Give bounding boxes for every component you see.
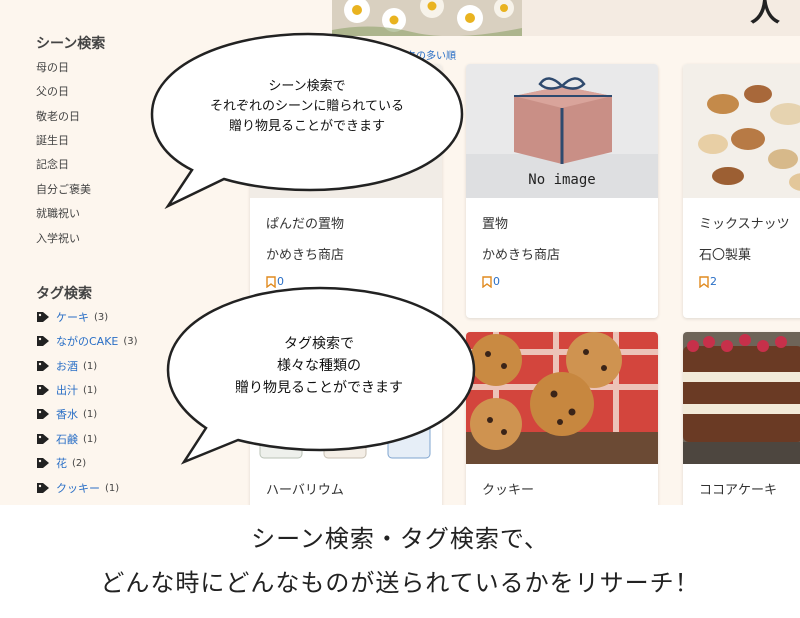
shop-name: かめきち商店: [482, 248, 561, 263]
bookmark-icon: [266, 275, 276, 288]
no-image-label: No image: [528, 172, 596, 188]
tag-icon: [37, 336, 49, 346]
scene-item-respect-aged-day[interactable]: 敬老の日: [36, 108, 80, 124]
scene-item-job-celebration[interactable]: 就職祝い: [36, 205, 80, 221]
tag-item-flower[interactable]: 花 (2): [36, 455, 86, 471]
hero-title: 人: [750, 0, 780, 29]
tag-label: 花: [56, 457, 67, 470]
flowers-image: [332, 0, 522, 36]
tag-count: (1): [83, 433, 98, 445]
tag-count: (1): [83, 360, 98, 372]
product-name: クッキー: [482, 483, 535, 498]
scene-item-mothers-day[interactable]: 母の日: [36, 59, 69, 75]
hero-banner: [332, 0, 800, 36]
scene-item-anniversary[interactable]: 記念日: [36, 156, 69, 172]
shop-name: かめきち商店: [266, 248, 345, 263]
bookmark-icon: [482, 275, 492, 288]
tag-item-soap[interactable]: 石鹸 (1): [36, 431, 97, 447]
scene-bubble-line: それぞれのシーンに贈られている: [210, 99, 404, 114]
tag-icon: [37, 312, 49, 322]
mixed-nuts-image: [683, 64, 800, 198]
tag-count: (3): [94, 311, 109, 323]
scene-item-self-reward[interactable]: 自分ご褒美: [36, 181, 91, 197]
tag-icon: [37, 458, 49, 468]
tag-icon: [37, 434, 49, 444]
product-name: ぱんだの置物: [266, 217, 345, 232]
product-card[interactable]: ココアケーキ: [683, 332, 800, 505]
tag-icon: [37, 385, 49, 395]
sort-by-bookmarks-link[interactable]: ークの多い順: [396, 47, 456, 62]
tag-count: (3): [123, 335, 138, 347]
tag-item-cake[interactable]: ケーキ (3): [36, 309, 108, 325]
bookmark-number: 0: [493, 275, 500, 288]
app-screenshot: シーン検索 母の日 父の日 敬老の日 誕生日 記念日 自分ご褒美 就職祝い 入学…: [0, 0, 800, 505]
scene-item-school-entrance[interactable]: 入学祝い: [36, 230, 80, 246]
tag-icon: [37, 483, 49, 493]
tag-bubble-line: タグ検索で: [284, 336, 354, 352]
shop-name: 石〇製菓: [699, 248, 752, 263]
tag-count: (1): [105, 482, 120, 494]
tag-label: ながのCAKE: [56, 335, 119, 348]
scene-item-birthday[interactable]: 誕生日: [36, 132, 69, 148]
cookie-image: [466, 332, 658, 464]
tag-label: 出汁: [56, 384, 78, 397]
scene-bubble-line: シーン検索で: [268, 79, 346, 94]
product-name: 置物: [482, 217, 509, 232]
caption-area: シーン検索・タグ検索で、 どんな時にどんなものが送られているかをリサーチ！: [0, 505, 800, 618]
tag-bubble-line: 贈り物見ることができます: [235, 380, 403, 396]
product-name: ミックスナッツ: [699, 217, 790, 232]
bookmark-count[interactable]: 0: [482, 275, 500, 288]
tag-label: 石鹸: [56, 433, 78, 446]
scene-item-fathers-day[interactable]: 父の日: [36, 83, 69, 99]
bookmark-number: 0: [277, 275, 284, 288]
tag-bubble-line: 様々な種類の: [277, 358, 361, 374]
tag-item-nagano-cake[interactable]: ながのCAKE (3): [36, 333, 138, 349]
tag-item-dashi[interactable]: 出汁 (1): [36, 382, 97, 398]
bookmark-number: 2: [710, 275, 717, 288]
caption-line-1: シーン検索・タグ検索で、: [251, 525, 549, 553]
tag-icon: [37, 361, 49, 371]
bookmark-count[interactable]: 2: [699, 275, 717, 288]
scene-bubble-line: 贈り物見ることができます: [228, 119, 385, 134]
scene-search-title: シーン検索: [36, 36, 106, 52]
bookmark-count[interactable]: 0: [266, 275, 284, 288]
tag-item-sake[interactable]: お酒 (1): [36, 358, 97, 374]
tag-item-cookie[interactable]: クッキー (1): [36, 480, 119, 496]
tag-search-title: タグ検索: [36, 286, 92, 302]
tag-label: 香水: [56, 408, 78, 421]
tag-count: (1): [83, 408, 98, 420]
cocoa-cake-image: [683, 332, 800, 464]
product-card[interactable]: クッキー: [466, 332, 658, 505]
product-card[interactable]: No image 置物 かめきち商店 0: [466, 64, 658, 318]
tag-label: ケーキ: [56, 311, 89, 324]
bookmark-icon: [699, 275, 709, 288]
tag-label: クッキー: [56, 482, 100, 495]
product-card[interactable]: ミックスナッツ 石〇製菓 2: [683, 64, 800, 318]
tag-bubble-text: タグ検索で 様々な種類の 贈り物見ることができます: [174, 333, 464, 399]
product-name: ココアケーキ: [699, 483, 778, 498]
tag-count: (1): [83, 384, 98, 396]
product-name: ハーバリウム: [266, 483, 344, 498]
tag-label: お酒: [56, 360, 78, 373]
tag-icon: [37, 409, 49, 419]
tag-item-perfume[interactable]: 香水 (1): [36, 406, 97, 422]
tag-count: (2): [72, 457, 87, 469]
scene-bubble-text: シーン検索で それぞれのシーンに贈られている 贈り物見ることができます: [162, 77, 452, 137]
sidebar: シーン検索 母の日 父の日 敬老の日 誕生日 記念日 自分ご褒美 就職祝い 入学…: [0, 0, 248, 505]
caption-line-2: どんな時にどんなものが送られているかをリサーチ！: [100, 569, 700, 597]
